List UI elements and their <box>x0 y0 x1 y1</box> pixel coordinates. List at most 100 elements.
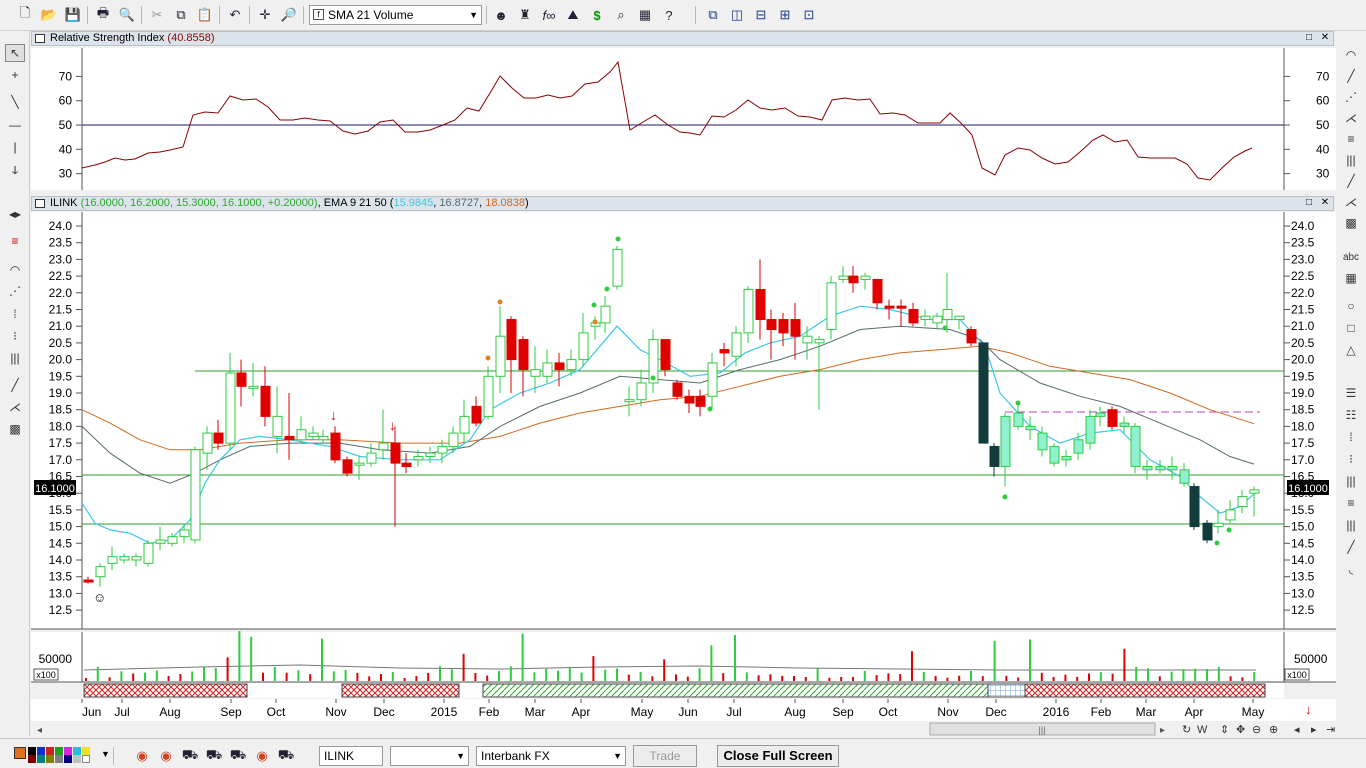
copy-icon[interactable]: ⧉ <box>171 5 191 25</box>
signal-dot <box>497 299 503 305</box>
vertical-resize-icon[interactable]: ⇕ <box>1220 724 1229 736</box>
ellipse-icon[interactable]: ○ <box>1341 297 1361 315</box>
price-tick-label-right: 18.5 <box>1291 403 1315 417</box>
candle-body <box>495 335 506 377</box>
move-icon[interactable]: ✥ <box>1236 724 1245 736</box>
browser-icon[interactable]: ◉ <box>156 746 176 766</box>
fib-levels-icon[interactable]: ☰ <box>1341 384 1361 402</box>
quote-icon[interactable]: ⛟ <box>276 746 296 766</box>
chevron-down-icon: ▼ <box>469 10 478 20</box>
browser-icon[interactable]: ◉ <box>132 746 152 766</box>
expert-icon[interactable]: ☻ <box>491 5 511 25</box>
browser-icon[interactable]: ◉ <box>252 746 272 766</box>
zoom-out-icon[interactable]: ⊖ <box>1252 724 1261 736</box>
quote-icon[interactable]: ⛟ <box>204 746 224 766</box>
crosshair-icon[interactable]: ✛ <box>255 5 275 25</box>
print-preview-icon[interactable]: 🔍 <box>117 5 137 25</box>
gann-fan-icon[interactable]: ⋌ <box>1341 109 1361 127</box>
palette-dropdown-icon[interactable]: ▼ <box>101 749 110 759</box>
candle-body <box>167 536 178 544</box>
close-full-screen-button[interactable]: Close Full Screen <box>717 745 839 767</box>
signal-dot <box>592 319 598 325</box>
zoom-in-icon[interactable]: ⊕ <box>1269 724 1278 736</box>
fib-ext-icon[interactable]: ☷ <box>1341 406 1361 424</box>
tirone-icon[interactable]: ≡ <box>1341 494 1361 512</box>
weekly-toggle[interactable]: W <box>1197 724 1208 736</box>
rectangle-icon[interactable]: □ <box>1341 319 1361 337</box>
fib-time-icon[interactable]: ⁞ <box>1341 428 1361 446</box>
arc-icon[interactable]: ◠ <box>1341 46 1361 64</box>
print-icon[interactable]: 🖶 <box>93 5 113 25</box>
price-tick-label-right: 15.0 <box>1291 520 1315 534</box>
indicator-builder-icon[interactable]: ⛰ <box>563 5 583 25</box>
bars-icon[interactable]: ||| <box>1341 472 1361 490</box>
binoculars-icon[interactable]: ⌕ <box>611 5 631 25</box>
wizard-icon[interactable]: ♜ <box>515 5 535 25</box>
tile-vertical-icon[interactable]: ◫ <box>727 5 747 25</box>
cascade-icon[interactable]: ⧉ <box>703 5 723 25</box>
refresh-icon[interactable]: ↻ <box>1182 724 1191 736</box>
cut-icon[interactable]: ✂ <box>147 5 167 25</box>
rsi-tick-label-right: 50 <box>1316 118 1330 132</box>
candle-body <box>1237 496 1248 508</box>
end-icon[interactable]: ⇥ <box>1326 724 1335 736</box>
arc-tool-icon[interactable]: ◟ <box>1341 560 1361 578</box>
chart-canvas[interactable]: 70 70 60 60 50 50 40 40 30 30 24.0 24.0 23.5 23.5 23.… <box>0 31 1336 738</box>
period-select[interactable]: ▼ <box>390 746 469 766</box>
scroll-right-icon[interactable]: ▸ <box>1160 725 1165 736</box>
quote-icon[interactable]: ⛟ <box>180 746 200 766</box>
price-tick-label-right: 18.0 <box>1291 419 1315 433</box>
text-tool-icon[interactable]: abc <box>1341 248 1361 266</box>
candle-body <box>83 579 94 583</box>
arrange-icon[interactable]: ⊡ <box>799 5 819 25</box>
regression-icon[interactable]: ⋰ <box>1341 88 1361 106</box>
dollar-icon[interactable]: $ <box>587 5 607 25</box>
signal-dot <box>1002 494 1008 500</box>
raff-icon[interactable]: ╱ <box>1341 67 1361 85</box>
cycle-lines-icon[interactable]: ||| <box>1341 151 1361 169</box>
fan-icon[interactable]: ⋌ <box>1341 193 1361 211</box>
lines-icon[interactable]: ||| <box>1341 516 1361 534</box>
triangle-icon[interactable]: △ <box>1341 341 1361 359</box>
trade-button[interactable]: Trade <box>633 745 697 767</box>
candle-body <box>390 442 401 464</box>
calendar-icon[interactable]: ▦ <box>1341 269 1361 287</box>
tile-grid-icon[interactable]: ⊞ <box>775 5 795 25</box>
candle-body <box>1095 412 1106 417</box>
grid-pattern-icon[interactable]: ▩ <box>1341 214 1361 232</box>
candle-body <box>190 449 201 541</box>
feed-select[interactable]: Interbank FX ▼ <box>476 746 626 766</box>
paste-icon[interactable]: 📋 <box>195 5 215 25</box>
speed-line-icon[interactable]: ╱ <box>1341 172 1361 190</box>
color-palette[interactable] <box>14 747 98 763</box>
andrews-icon[interactable]: ≡ <box>1341 130 1361 148</box>
formula-icon[interactable]: f∞ <box>539 5 559 25</box>
price-tick-label-right: 24.0 <box>1291 219 1315 233</box>
price-tick-label-right: 21.0 <box>1291 319 1315 333</box>
quote-icon[interactable]: ⛟ <box>228 746 248 766</box>
candle-body <box>413 455 424 461</box>
next-bar-icon[interactable]: ▸ <box>1311 724 1317 736</box>
x-axis-label: Apr <box>572 705 591 719</box>
price-tick-label-right: 23.0 <box>1291 252 1315 266</box>
x-axis-label: Mar <box>1136 705 1157 719</box>
open-folder-icon[interactable]: 📂 <box>39 5 59 25</box>
scroll-left-icon[interactable]: ◂ <box>37 725 42 736</box>
new-file-icon[interactable]: 🗋 <box>15 5 35 25</box>
indicator-select[interactable]: f SMA 21 Volume ▼ <box>309 5 482 25</box>
explorer-icon[interactable]: ▦ <box>635 5 655 25</box>
undo-icon[interactable]: ↶ <box>225 5 245 25</box>
candle-body <box>542 362 553 377</box>
help-icon[interactable]: ? <box>659 5 679 25</box>
tile-horizontal-icon[interactable]: ⊟ <box>751 5 771 25</box>
x-axis-label: May <box>1242 705 1265 719</box>
error-channel-icon[interactable]: ╱ <box>1341 538 1361 556</box>
zoom-icon[interactable]: 🔎 <box>279 5 299 25</box>
price-tick-label-right: 12.5 <box>1291 603 1315 617</box>
prev-bar-icon[interactable]: ◂ <box>1294 724 1300 736</box>
price-tick-label-left: 13.5 <box>49 570 73 584</box>
symbol-input[interactable]: ILINK <box>319 746 383 766</box>
fib-cycle-icon[interactable]: ⁝ <box>1341 450 1361 468</box>
candle-body <box>1025 425 1036 431</box>
save-icon[interactable]: 💾 <box>63 5 83 25</box>
